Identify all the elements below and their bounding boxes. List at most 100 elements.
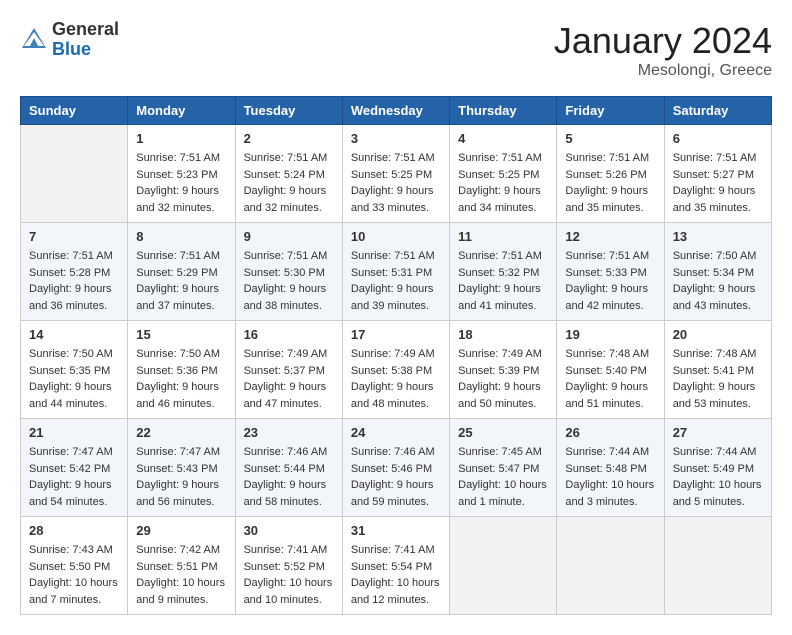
day-cell: 31 Sunrise: 7:41 AM Sunset: 5:54 PM Dayli… xyxy=(342,517,449,615)
week-row-5: 28 Sunrise: 7:43 AM Sunset: 5:50 PM Dayli… xyxy=(21,517,772,615)
day-info: Sunrise: 7:48 AM Sunset: 5:40 PM Dayligh… xyxy=(565,346,655,412)
day-cell: 13 Sunrise: 7:50 AM Sunset: 5:34 PM Dayli… xyxy=(664,223,771,321)
title-block: January 2024 Mesolongi, Greece xyxy=(554,20,772,80)
logo-general-text: General xyxy=(52,20,119,40)
day-cell: 15Sunrise: 7:50 AM Sunset: 5:36 PM Dayli… xyxy=(128,321,235,419)
day-cell: 18 Sunrise: 7:49 AM Sunset: 5:39 PM Dayli… xyxy=(450,321,557,419)
day-cell: 23 Sunrise: 7:46 AM Sunset: 5:44 PM Dayli… xyxy=(235,419,342,517)
week-row-4: 21 Sunrise: 7:47 AM Sunset: 5:42 PM Dayli… xyxy=(21,419,772,517)
day-number: 23 xyxy=(244,425,334,440)
day-number: 21 xyxy=(29,425,119,440)
day-info: Sunrise: 7:44 AM Sunset: 5:49 PM Dayligh… xyxy=(673,444,763,510)
day-number: 1 xyxy=(136,131,226,146)
day-info: Sunrise: 7:47 AM Sunset: 5:42 PM Dayligh… xyxy=(29,444,119,510)
day-info: Sunrise: 7:46 AM Sunset: 5:44 PM Dayligh… xyxy=(244,444,334,510)
day-info: Sunrise: 7:51 AM Sunset: 5:32 PM Dayligh… xyxy=(458,248,548,314)
day-number: 17 xyxy=(351,327,441,342)
logo-icon xyxy=(20,26,48,54)
day-number: 28 xyxy=(29,523,119,538)
day-number: 5 xyxy=(565,131,655,146)
day-info: Sunrise: 7:47 AM Sunset: 5:43 PM Dayligh… xyxy=(136,444,226,510)
day-number: 12 xyxy=(565,229,655,244)
day-info: Sunrise: 7:49 AM Sunset: 5:39 PM Dayligh… xyxy=(458,346,548,412)
day-cell: 25Sunrise: 7:45 AM Sunset: 5:47 PM Dayli… xyxy=(450,419,557,517)
day-info: Sunrise: 7:51 AM Sunset: 5:25 PM Dayligh… xyxy=(351,150,441,216)
day-cell: 7Sunrise: 7:51 AM Sunset: 5:28 PM Daylig… xyxy=(21,223,128,321)
day-number: 10 xyxy=(351,229,441,244)
day-cell: 22 Sunrise: 7:47 AM Sunset: 5:43 PM Dayli… xyxy=(128,419,235,517)
day-info: Sunrise: 7:48 AM Sunset: 5:41 PM Dayligh… xyxy=(673,346,763,412)
day-number: 11 xyxy=(458,229,548,244)
day-info: Sunrise: 7:51 AM Sunset: 5:27 PM Dayligh… xyxy=(673,150,763,216)
day-info: Sunrise: 7:51 AM Sunset: 5:29 PM Dayligh… xyxy=(136,248,226,314)
day-cell: 19 Sunrise: 7:48 AM Sunset: 5:40 PM Dayli… xyxy=(557,321,664,419)
day-number: 6 xyxy=(673,131,763,146)
day-cell: 3 Sunrise: 7:51 AM Sunset: 5:25 PM Daylig… xyxy=(342,125,449,223)
day-info: Sunrise: 7:41 AM Sunset: 5:54 PM Dayligh… xyxy=(351,542,441,608)
page-header: General Blue January 2024 Mesolongi, Gre… xyxy=(20,20,772,80)
day-info: Sunrise: 7:44 AM Sunset: 5:48 PM Dayligh… xyxy=(565,444,655,510)
day-info: Sunrise: 7:51 AM Sunset: 5:25 PM Dayligh… xyxy=(458,150,548,216)
day-number: 4 xyxy=(458,131,548,146)
day-cell: 17 Sunrise: 7:49 AM Sunset: 5:38 PM Dayli… xyxy=(342,321,449,419)
header-tuesday: Tuesday xyxy=(235,97,342,125)
day-info: Sunrise: 7:51 AM Sunset: 5:31 PM Dayligh… xyxy=(351,248,441,314)
day-cell: 12 Sunrise: 7:51 AM Sunset: 5:33 PM Dayli… xyxy=(557,223,664,321)
day-cell: 24 Sunrise: 7:46 AM Sunset: 5:46 PM Dayli… xyxy=(342,419,449,517)
header-saturday: Saturday xyxy=(664,97,771,125)
calendar-table: SundayMondayTuesdayWednesdayThursdayFrid… xyxy=(20,96,772,615)
day-info: Sunrise: 7:49 AM Sunset: 5:38 PM Dayligh… xyxy=(351,346,441,412)
day-cell xyxy=(664,517,771,615)
day-number: 2 xyxy=(244,131,334,146)
day-cell: 2 Sunrise: 7:51 AM Sunset: 5:24 PM Daylig… xyxy=(235,125,342,223)
day-number: 29 xyxy=(136,523,226,538)
day-number: 30 xyxy=(244,523,334,538)
day-info: Sunrise: 7:46 AM Sunset: 5:46 PM Dayligh… xyxy=(351,444,441,510)
day-cell: 1 Sunrise: 7:51 AM Sunset: 5:23 PM Daylig… xyxy=(128,125,235,223)
header-sunday: Sunday xyxy=(21,97,128,125)
day-info: Sunrise: 7:50 AM Sunset: 5:36 PM Dayligh… xyxy=(136,346,226,412)
day-number: 22 xyxy=(136,425,226,440)
header-wednesday: Wednesday xyxy=(342,97,449,125)
day-cell: 6 Sunrise: 7:51 AM Sunset: 5:27 PM Daylig… xyxy=(664,125,771,223)
day-info: Sunrise: 7:51 AM Sunset: 5:28 PM Dayligh… xyxy=(29,248,119,314)
day-cell: 5 Sunrise: 7:51 AM Sunset: 5:26 PM Daylig… xyxy=(557,125,664,223)
day-cell: 30 Sunrise: 7:41 AM Sunset: 5:52 PM Dayli… xyxy=(235,517,342,615)
day-number: 31 xyxy=(351,523,441,538)
week-row-1: 1 Sunrise: 7:51 AM Sunset: 5:23 PM Daylig… xyxy=(21,125,772,223)
day-info: Sunrise: 7:41 AM Sunset: 5:52 PM Dayligh… xyxy=(244,542,334,608)
day-info: Sunrise: 7:49 AM Sunset: 5:37 PM Dayligh… xyxy=(244,346,334,412)
day-number: 27 xyxy=(673,425,763,440)
day-cell: 14Sunrise: 7:50 AM Sunset: 5:35 PM Dayli… xyxy=(21,321,128,419)
day-number: 8 xyxy=(136,229,226,244)
logo: General Blue xyxy=(20,20,119,60)
day-cell: 29Sunrise: 7:42 AM Sunset: 5:51 PM Dayli… xyxy=(128,517,235,615)
day-cell: 4 Sunrise: 7:51 AM Sunset: 5:25 PM Daylig… xyxy=(450,125,557,223)
day-number: 18 xyxy=(458,327,548,342)
location-text: Mesolongi, Greece xyxy=(554,62,772,80)
day-info: Sunrise: 7:50 AM Sunset: 5:34 PM Dayligh… xyxy=(673,248,763,314)
day-cell: 26Sunrise: 7:44 AM Sunset: 5:48 PM Dayli… xyxy=(557,419,664,517)
day-cell xyxy=(21,125,128,223)
day-cell: 8 Sunrise: 7:51 AM Sunset: 5:29 PM Daylig… xyxy=(128,223,235,321)
day-number: 14 xyxy=(29,327,119,342)
day-cell xyxy=(557,517,664,615)
month-title: January 2024 xyxy=(554,20,772,62)
day-info: Sunrise: 7:51 AM Sunset: 5:30 PM Dayligh… xyxy=(244,248,334,314)
day-number: 20 xyxy=(673,327,763,342)
header-thursday: Thursday xyxy=(450,97,557,125)
day-number: 3 xyxy=(351,131,441,146)
day-cell: 20 Sunrise: 7:48 AM Sunset: 5:41 PM Dayli… xyxy=(664,321,771,419)
day-cell: 10 Sunrise: 7:51 AM Sunset: 5:31 PM Dayli… xyxy=(342,223,449,321)
day-info: Sunrise: 7:51 AM Sunset: 5:24 PM Dayligh… xyxy=(244,150,334,216)
header-friday: Friday xyxy=(557,97,664,125)
day-info: Sunrise: 7:51 AM Sunset: 5:26 PM Dayligh… xyxy=(565,150,655,216)
day-info: Sunrise: 7:51 AM Sunset: 5:23 PM Dayligh… xyxy=(136,150,226,216)
day-cell: 27 Sunrise: 7:44 AM Sunset: 5:49 PM Dayli… xyxy=(664,419,771,517)
day-number: 19 xyxy=(565,327,655,342)
day-info: Sunrise: 7:43 AM Sunset: 5:50 PM Dayligh… xyxy=(29,542,119,608)
day-number: 24 xyxy=(351,425,441,440)
day-number: 13 xyxy=(673,229,763,244)
day-info: Sunrise: 7:51 AM Sunset: 5:33 PM Dayligh… xyxy=(565,248,655,314)
logo-blue-text: Blue xyxy=(52,40,119,60)
